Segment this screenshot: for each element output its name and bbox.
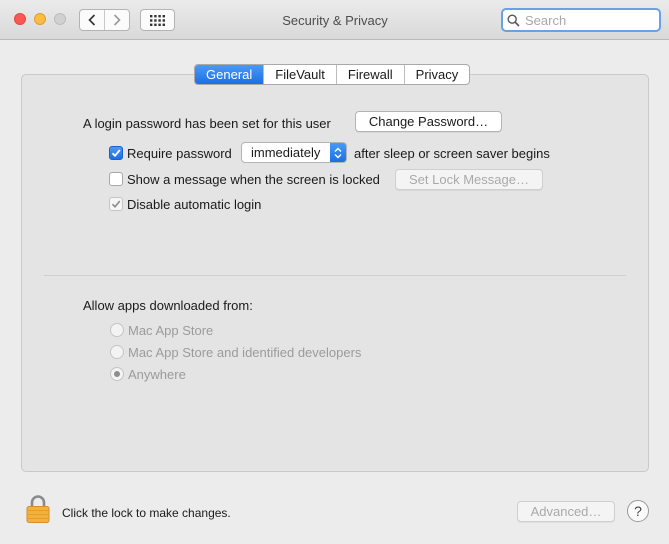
- advanced-button[interactable]: Advanced…: [517, 501, 615, 522]
- navigation-buttons: [79, 9, 130, 31]
- show-all-button[interactable]: [140, 9, 175, 31]
- radio-identified-developers-label: Mac App Store and identified developers: [128, 345, 362, 360]
- updown-arrows-icon: [330, 143, 346, 162]
- tab-filevault[interactable]: FileVault: [263, 65, 336, 84]
- radio-anywhere[interactable]: [110, 367, 124, 381]
- require-password-checkbox[interactable]: [109, 146, 123, 160]
- zoom-window-button[interactable]: [54, 13, 66, 25]
- show-message-checkbox[interactable]: [109, 172, 123, 186]
- require-password-label: Require password: [127, 146, 232, 161]
- radio-identified-developers[interactable]: [110, 345, 124, 359]
- search-icon: [507, 13, 520, 27]
- help-button[interactable]: ?: [627, 500, 649, 522]
- chevron-right-icon: [113, 14, 121, 26]
- require-password-delay-value: immediately: [251, 145, 321, 160]
- tab-privacy[interactable]: Privacy: [403, 65, 470, 84]
- title-bar: Security & Privacy: [0, 0, 669, 40]
- grid-icon: [150, 14, 165, 26]
- checkmark-icon: [111, 149, 121, 158]
- after-sleep-text: after sleep or screen saver begins: [354, 146, 550, 161]
- disable-auto-login-checkbox[interactable]: [109, 197, 123, 211]
- section-divider: [44, 275, 626, 276]
- checkmark-icon: [111, 200, 121, 209]
- disable-auto-login-label: Disable automatic login: [127, 197, 262, 212]
- forward-button[interactable]: [104, 10, 129, 30]
- allow-apps-heading: Allow apps downloaded from:: [83, 298, 253, 313]
- lock-text: Click the lock to make changes.: [62, 506, 231, 520]
- general-panel: [21, 74, 649, 472]
- radio-mac-app-store-label: Mac App Store: [128, 323, 214, 338]
- lock-icon[interactable]: [25, 494, 51, 524]
- require-password-delay-select[interactable]: immediately: [241, 142, 347, 163]
- tab-bar: General FileVault Firewall Privacy: [194, 64, 471, 85]
- change-password-button[interactable]: Change Password…: [355, 111, 502, 132]
- set-lock-message-button[interactable]: Set Lock Message…: [395, 169, 543, 190]
- search-input[interactable]: [525, 12, 650, 28]
- window-title: Security & Privacy: [282, 13, 388, 28]
- back-button[interactable]: [80, 10, 104, 30]
- radio-mac-app-store[interactable]: [110, 323, 124, 337]
- chevron-left-icon: [88, 14, 96, 26]
- search-field[interactable]: [501, 8, 661, 32]
- show-message-label: Show a message when the screen is locked: [127, 172, 380, 187]
- close-window-button[interactable]: [14, 13, 26, 25]
- radio-selected-dot: [114, 371, 120, 377]
- radio-anywhere-label: Anywhere: [128, 367, 186, 382]
- minimize-window-button[interactable]: [34, 13, 46, 25]
- tab-general[interactable]: General: [195, 65, 264, 84]
- login-password-text: A login password has been set for this u…: [83, 116, 331, 131]
- tab-firewall[interactable]: Firewall: [335, 65, 404, 84]
